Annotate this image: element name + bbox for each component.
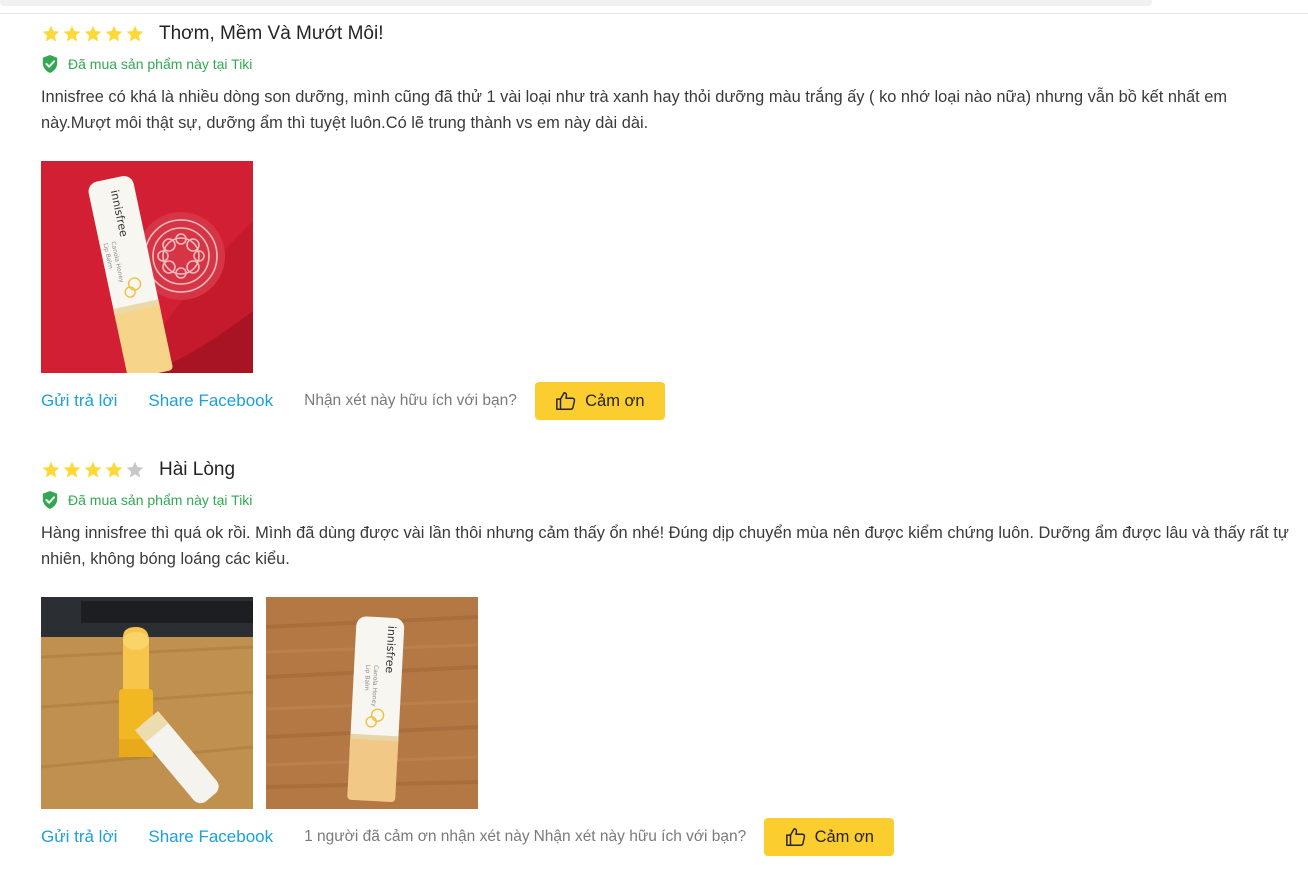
review-actions: Gửi trả lời Share Facebook 1 người đã cả…: [41, 818, 1301, 856]
review-photos: innisfree Canola Honey Lip Balm: [41, 161, 1301, 373]
reply-link[interactable]: Gửi trả lời: [41, 827, 117, 847]
share-facebook-link[interactable]: Share Facebook: [148, 391, 273, 411]
thumbs-up-icon: [556, 392, 576, 410]
star-icon: [42, 461, 60, 478]
review-photo[interactable]: innisfree Canola Honey Lip Balm: [266, 597, 478, 809]
verified-label: Đã mua sản phẩm này tại Tiki: [68, 492, 253, 508]
star-icon: [84, 25, 102, 42]
review-photo[interactable]: innisfree Canola Honey Lip Balm: [41, 161, 253, 373]
star-empty-icon: [126, 461, 144, 478]
review-card: Thơm, Mềm Và Mướt Môi! Đã mua sản phẩm n…: [41, 20, 1301, 420]
reply-link[interactable]: Gửi trả lời: [41, 391, 117, 411]
review-photos: innisfree Canola Honey Lip Balm: [41, 597, 1301, 809]
star-rating: [41, 24, 145, 44]
thanks-count: 1 người đã cảm ơn nhận xét này: [304, 828, 530, 845]
star-icon: [63, 25, 81, 42]
top-bar-edge: [0, 0, 1152, 6]
review-title: Thơm, Mềm Và Mướt Môi!: [159, 23, 384, 44]
review-content: Innisfree có khá là nhiều dòng son dưỡng…: [41, 88, 1228, 132]
star-icon: [126, 25, 144, 42]
thumbs-up-icon: [785, 828, 805, 846]
thanks-button[interactable]: Cảm ơn: [764, 818, 895, 856]
share-facebook-link[interactable]: Share Facebook: [148, 827, 273, 847]
review-card: Hài Lòng Đã mua sản phẩm này tại Tiki Hà…: [41, 456, 1301, 856]
review-actions: Gửi trả lời Share Facebook Nhận xét này …: [41, 382, 1301, 420]
star-rating: [41, 460, 145, 480]
verified-label: Đã mua sản phẩm này tại Tiki: [68, 56, 253, 72]
verified-purchase: Đã mua sản phẩm này tại Tiki: [41, 490, 1301, 510]
top-bar: [0, 0, 1308, 14]
star-icon: [63, 461, 81, 478]
review-content: Hàng innisfree thì quá ok rồi. Mình đã d…: [41, 524, 1289, 568]
svg-text:innisfree: innisfree: [383, 625, 398, 673]
thanks-button-label: Cảm ơn: [585, 391, 645, 410]
verified-purchase: Đã mua sản phẩm này tại Tiki: [41, 54, 1301, 74]
thanks-button[interactable]: Cảm ơn: [534, 382, 665, 420]
review-header: Hài Lòng: [41, 456, 1301, 484]
star-icon: [42, 25, 60, 42]
star-icon: [105, 25, 123, 42]
star-icon: [84, 461, 102, 478]
shield-check-icon: [42, 55, 58, 73]
review-photo[interactable]: [41, 597, 253, 809]
thanks-button-label: Cảm ơn: [814, 827, 874, 846]
svg-text:Lip Balm: Lip Balm: [363, 664, 371, 691]
star-icon: [105, 461, 123, 478]
helpful-prompt: Nhận xét này hữu ích với bạn?: [304, 392, 517, 409]
review-title: Hài Lòng: [159, 459, 236, 480]
helpful-prompt: Nhận xét này hữu ích với bạn?: [533, 828, 747, 845]
shield-check-icon: [42, 491, 58, 509]
review-header: Thơm, Mềm Và Mướt Môi!: [41, 20, 1301, 48]
